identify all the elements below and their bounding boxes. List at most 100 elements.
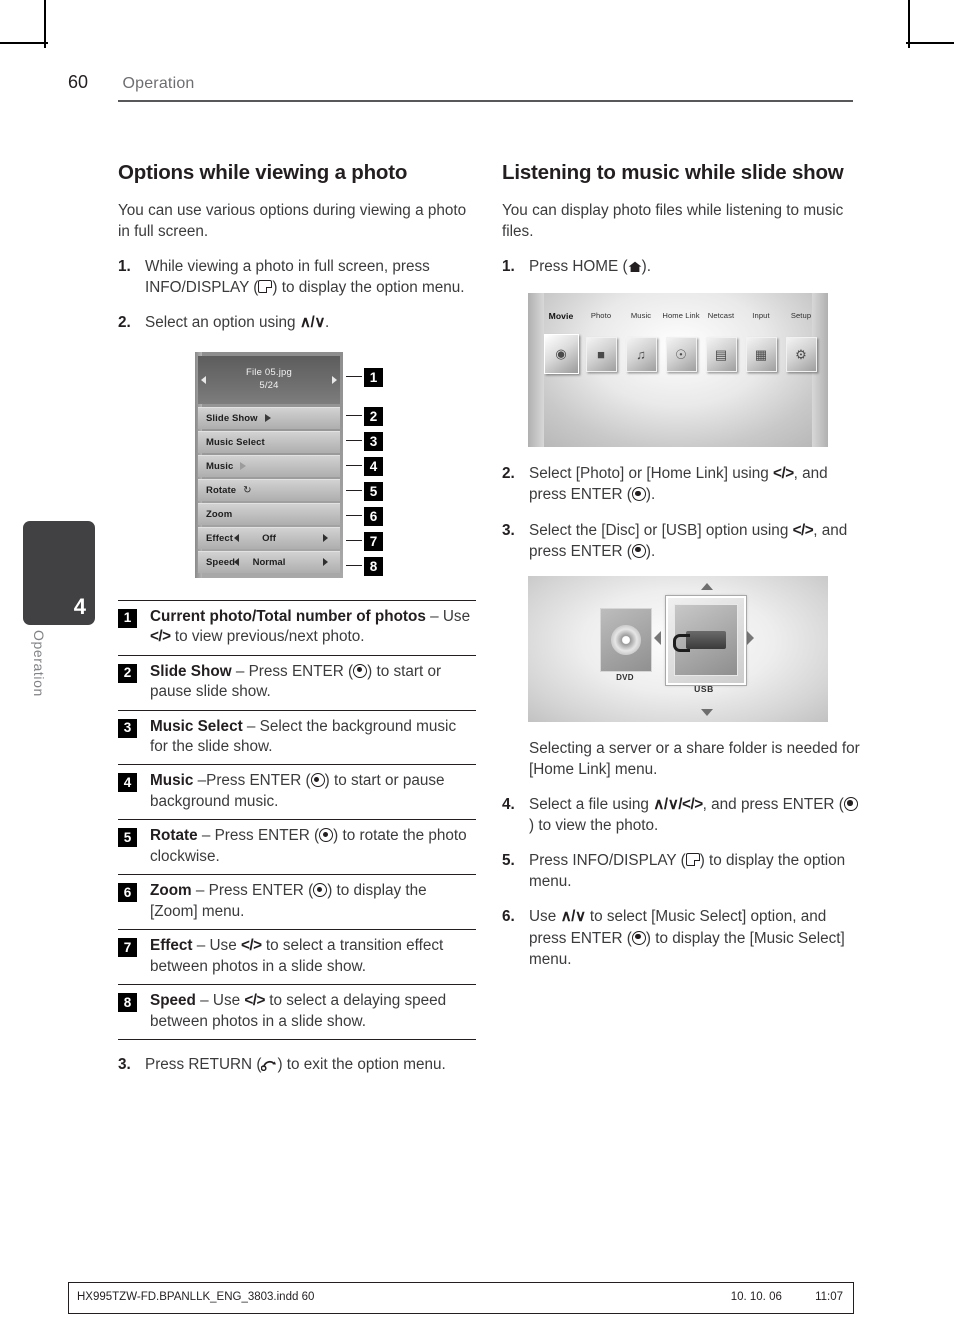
osd-row-speed[interactable]: Speed Normal: [198, 550, 340, 573]
info-display-icon: [258, 280, 273, 294]
netcast-icon: ▤: [705, 337, 737, 373]
legend-item-7: 7 Effect – Use </> to select a transitio…: [118, 930, 476, 986]
legend-item-4-term: Music: [150, 772, 194, 790]
callout-4-badge: 4: [364, 456, 383, 476]
legend-item-1: 1 Current photo/Total number of photos –…: [118, 601, 476, 656]
legend-item-2-term: Slide Show: [150, 662, 232, 680]
left-step-3-number: 3.: [118, 1056, 131, 1074]
home-menu-item-netcast-label: Netcast: [707, 311, 735, 321]
right-step-4-b: , and press ENTER (: [702, 796, 844, 814]
right-step-6-a: Use: [529, 908, 561, 926]
scroll-up-arrow-icon[interactable]: [701, 582, 713, 590]
osd-row-slide-show[interactable]: Slide Show: [198, 406, 340, 429]
right-step-5-number: 5.: [502, 852, 515, 870]
legend-item-2-badge: 2: [118, 663, 137, 683]
leftright-arrow-symbol: </>: [773, 465, 794, 483]
home-menu-item-movie-label: Movie: [548, 311, 574, 322]
callout-6-line: [346, 514, 362, 517]
rotate-icon: ↻: [243, 484, 252, 496]
callout-legend-list: 1 Current photo/Total number of photos –…: [118, 599, 476, 1041]
home-menu-item-setup-label: Setup: [790, 311, 812, 321]
home-menu-item-input[interactable]: Input ▦: [742, 311, 780, 374]
play-arrow-dim-icon: [240, 462, 247, 471]
left-step-1: 1. While viewing a photo in full screen, …: [118, 256, 476, 298]
left-intro-paragraph: You can use various options during viewi…: [118, 202, 467, 241]
callout-4-line: [346, 464, 362, 467]
source-item-dvd[interactable]: [600, 607, 652, 672]
disc-icon: [611, 624, 641, 655]
speed-right-arrow-icon[interactable]: [323, 558, 328, 567]
footer-bar: HX995TZW-FD.BPANLLK_ENG_3803.indd 60 10.…: [68, 1282, 854, 1314]
sidebar-chapter-tab: 4: [23, 521, 95, 625]
leftright-arrow-symbol: </>: [240, 937, 262, 955]
right-steps-456: 4. Select a file using ∧/∨/</>, and press…: [502, 794, 860, 970]
callout-7-line: [346, 539, 362, 542]
source-item-usb[interactable]: [665, 594, 747, 686]
osd-row-music[interactable]: Music: [198, 454, 340, 477]
right-step-4: 4. Select a file using ∧/∨/</>, and press…: [502, 794, 860, 836]
callout-8-badge: 8: [364, 556, 383, 576]
legend-item-7-badge: 7: [118, 938, 137, 958]
right-step-3-a: Select the [Disc] or [USB] option using: [529, 521, 793, 539]
leftright-arrow-symbol: </>: [792, 521, 814, 539]
left-step-1-text-after: ) to display the option menu.: [272, 279, 465, 297]
home-menu-item-music[interactable]: Music ♫: [622, 311, 660, 374]
legend-item-8-term: Speed: [150, 992, 196, 1010]
home-menu-items: Movie ◉ Photo ■ Music ♫ Home Link ☉ Netc…: [542, 311, 820, 375]
right-intro-paragraph: You can display photo files while listen…: [502, 202, 844, 241]
sidebar-chapter-number: 4: [73, 594, 86, 619]
right-step-4-number: 4.: [502, 796, 515, 814]
effect-right-arrow-icon[interactable]: [323, 534, 328, 543]
right-step-4-c: ) to view the photo.: [529, 817, 659, 835]
right-step-1-number: 1.: [502, 258, 515, 276]
updown-arrow-symbol: ∧/∨: [560, 908, 586, 926]
page-number: 60: [68, 72, 89, 92]
left-step-2: 2. Select an option using ∧/∨.: [118, 312, 476, 333]
osd-row-effect[interactable]: Effect Off: [198, 526, 340, 549]
enter-icon: [310, 773, 325, 788]
scroll-right-arrow-icon[interactable]: [747, 630, 754, 645]
right-step-6: 6. Use ∧/∨ to select [Music Select] optio…: [502, 906, 860, 969]
footer-file-name: HX995TZW-FD.BPANLLK_ENG_3803.indd 60: [77, 1291, 315, 1303]
osd-row-music-select-label: Music Select: [206, 436, 265, 448]
legend-item-1-desc-pre: – Use: [425, 607, 471, 625]
home-menu-item-photo[interactable]: Photo ■: [582, 311, 620, 374]
left-column: Options while viewing a photo You can us…: [118, 160, 476, 1091]
legend-item-6-term: Zoom: [150, 882, 192, 900]
left-final-step-list: 3. Press RETURN () to exit the option men…: [118, 1054, 476, 1077]
legend-item-4-badge: 4: [118, 773, 137, 793]
leftright-arrow-symbol: </>: [150, 628, 171, 646]
left-steps-list: 1. While viewing a photo in full screen, …: [118, 256, 476, 333]
home-menu-item-netcast[interactable]: Netcast ▤: [702, 311, 740, 374]
source-item-dvd-label: DVD: [616, 672, 634, 682]
footer-time: 11:07: [815, 1291, 843, 1303]
film-reel-icon: ◉: [543, 334, 579, 375]
scroll-left-arrow-icon[interactable]: [654, 630, 661, 645]
scroll-down-arrow-icon[interactable]: [701, 708, 713, 716]
home-menu-item-setup[interactable]: Setup ⚙: [782, 311, 820, 374]
home-menu-item-movie[interactable]: Movie ◉: [542, 311, 580, 375]
footer-datetime: 10. 10. 06 11:07: [701, 1291, 843, 1303]
home-menu-item-home-link-label: Home Link: [662, 311, 700, 321]
callout-5-line: [346, 489, 362, 492]
home-menu-screenshot: Movie ◉ Photo ■ Music ♫ Home Link ☉ Netc…: [528, 293, 828, 448]
osd-row-rotate[interactable]: Rotate ↻: [198, 478, 340, 501]
legend-item-3-badge: 3: [118, 718, 137, 738]
updown-arrow-symbol: ∧/∨: [299, 314, 326, 332]
osd-row-rotate-label: Rotate: [206, 484, 237, 496]
osd-row-music-select[interactable]: Music Select: [198, 430, 340, 453]
enter-icon: [631, 543, 646, 558]
right-step-6-number: 6.: [502, 908, 515, 926]
legend-item-8-desc-pre: – Use: [195, 992, 245, 1010]
enter-icon: [319, 828, 334, 843]
osd-row-zoom[interactable]: Zoom: [198, 502, 340, 525]
osd-row-effect-value: Off: [262, 532, 276, 544]
home-menu-item-home-link[interactable]: Home Link ☉: [662, 311, 700, 374]
legend-item-3: 3 Music Select – Select the background m…: [118, 711, 476, 766]
legend-item-3-term: Music Select: [150, 717, 243, 735]
left-step-3: 3. Press RETURN () to exit the option men…: [118, 1054, 476, 1077]
legend-item-6-desc-pre: – Press ENTER (: [191, 882, 314, 900]
crop-mark-top-left-h: [0, 42, 48, 44]
home-menu-item-input-label: Input: [752, 311, 770, 321]
legend-item-5-desc-pre: – Press ENTER (: [197, 827, 320, 845]
